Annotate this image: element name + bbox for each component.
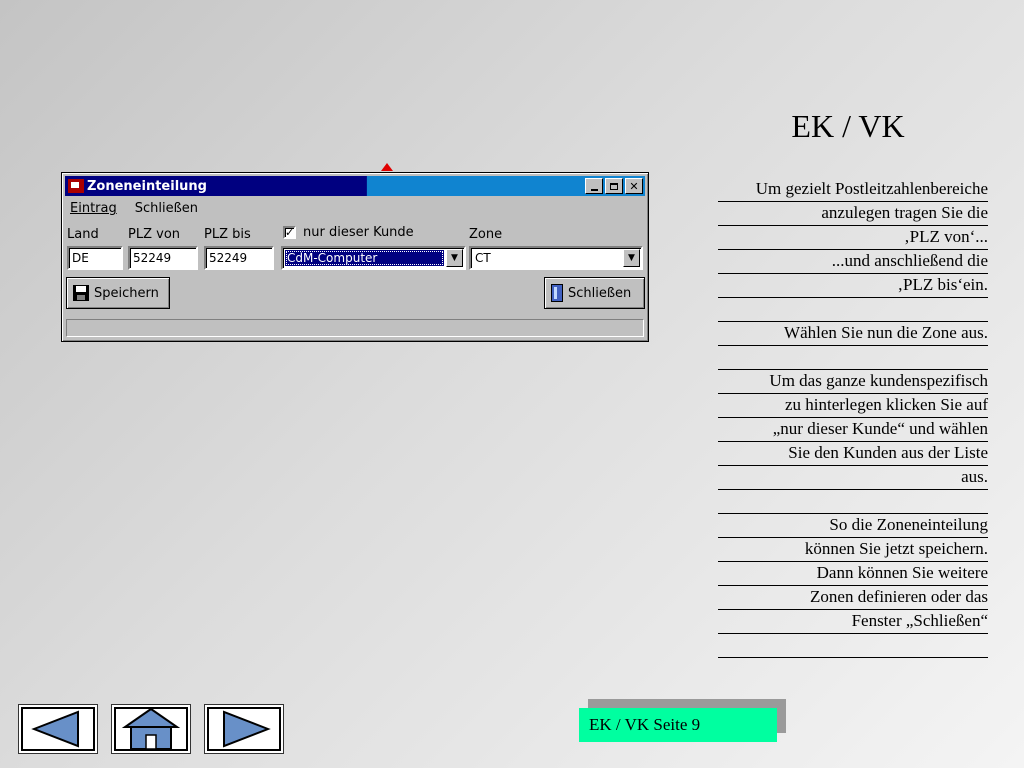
minimize-button[interactable] xyxy=(585,178,603,194)
label-zone: Zone xyxy=(469,227,503,242)
zone-select[interactable]: CT ▼ xyxy=(469,246,643,270)
note-line: Fenster „Schließen“ xyxy=(718,610,988,634)
speichern-button[interactable]: Speichern xyxy=(66,277,170,309)
label-plz-von: PLZ von xyxy=(128,227,181,242)
minimize-icon xyxy=(590,188,598,191)
note-line: „nur dieser Kunde“ und wählen xyxy=(718,418,988,442)
instruction-notes: Um gezielt Postleitzahlenbereiche anzule… xyxy=(718,178,988,658)
note-line: können Sie jetzt speichern. xyxy=(718,538,988,562)
kunde-select-value: CdM-Computer xyxy=(285,250,444,266)
note-line: Dann können Sie weitere xyxy=(718,562,988,586)
page-label: EK / VK Seite 9 xyxy=(579,708,777,742)
save-disk-icon xyxy=(73,285,89,301)
label-land: Land xyxy=(67,227,99,242)
note-line: Zonen definieren oder das xyxy=(718,586,988,610)
note-line xyxy=(718,298,988,322)
note-line: So die Zoneneinteilung xyxy=(718,514,988,538)
plz-bis-input[interactable]: 52249 xyxy=(204,246,274,270)
note-line: ‚PLZ bis‘ein. xyxy=(718,274,988,298)
menu-schliessen[interactable]: Schließen xyxy=(133,201,200,216)
red-pointer-marker xyxy=(381,163,393,171)
nav-home-button[interactable] xyxy=(111,704,191,754)
land-input[interactable]: DE xyxy=(67,246,123,270)
note-line: ...und anschließend die xyxy=(718,250,988,274)
menubar: Eintrag Schließen xyxy=(68,201,200,216)
note-line xyxy=(718,490,988,514)
speichern-label: Speichern xyxy=(94,285,159,301)
window-titlebar[interactable]: Zoneneinteilung ✕ xyxy=(65,176,645,196)
kunde-select[interactable]: CdM-Computer ▼ xyxy=(281,246,466,270)
note-line xyxy=(718,634,988,658)
chevron-down-icon: ▼ xyxy=(628,253,635,263)
note-line: Um das ganze kundenspezifisch xyxy=(718,370,988,394)
zone-dropdown-button[interactable]: ▼ xyxy=(623,249,640,267)
close-icon: ✕ xyxy=(629,179,639,193)
note-line: aus. xyxy=(718,466,988,490)
zoneneinteilung-window: Zoneneinteilung ✕ Eintrag Schließen Land… xyxy=(61,172,649,342)
chevron-down-icon: ▼ xyxy=(451,253,458,263)
schliessen-label: Schließen xyxy=(568,285,632,301)
status-bar xyxy=(66,319,644,337)
slide-title: EK / VK xyxy=(791,108,905,144)
window-title: Zoneneinteilung xyxy=(87,178,207,194)
maximize-button[interactable] xyxy=(605,178,623,194)
note-line: Sie den Kunden aus der Liste xyxy=(718,442,988,466)
schliessen-button[interactable]: Schließen xyxy=(544,277,645,309)
plz-von-input[interactable]: 52249 xyxy=(128,246,198,270)
note-line: anzulegen tragen Sie die xyxy=(718,202,988,226)
app-icon xyxy=(68,179,84,193)
nur-kunde-checkbox[interactable]: ✓ xyxy=(283,226,296,239)
note-line: Wählen Sie nun die Zone aus. xyxy=(718,322,988,346)
note-line: zu hinterlegen klicken Sie auf xyxy=(718,394,988,418)
nav-back-button[interactable] xyxy=(18,704,98,754)
note-line: ‚PLZ von‘... xyxy=(718,226,988,250)
kunde-dropdown-button[interactable]: ▼ xyxy=(446,249,463,267)
back-arrow-icon xyxy=(31,710,79,748)
close-window-button[interactable]: ✕ xyxy=(625,178,643,194)
forward-arrow-icon xyxy=(223,710,271,748)
menu-eintrag[interactable]: Eintrag xyxy=(68,201,119,216)
label-plz-bis: PLZ bis xyxy=(204,227,251,242)
home-icon xyxy=(121,707,181,750)
maximize-icon xyxy=(610,182,618,190)
zone-select-value: CT xyxy=(475,251,491,265)
label-nur-kunde: nur dieser Kunde xyxy=(303,225,414,240)
note-line: Um gezielt Postleitzahlenbereiche xyxy=(718,178,988,202)
note-line xyxy=(718,346,988,370)
nav-forward-button[interactable] xyxy=(204,704,284,754)
door-exit-icon xyxy=(551,284,563,302)
